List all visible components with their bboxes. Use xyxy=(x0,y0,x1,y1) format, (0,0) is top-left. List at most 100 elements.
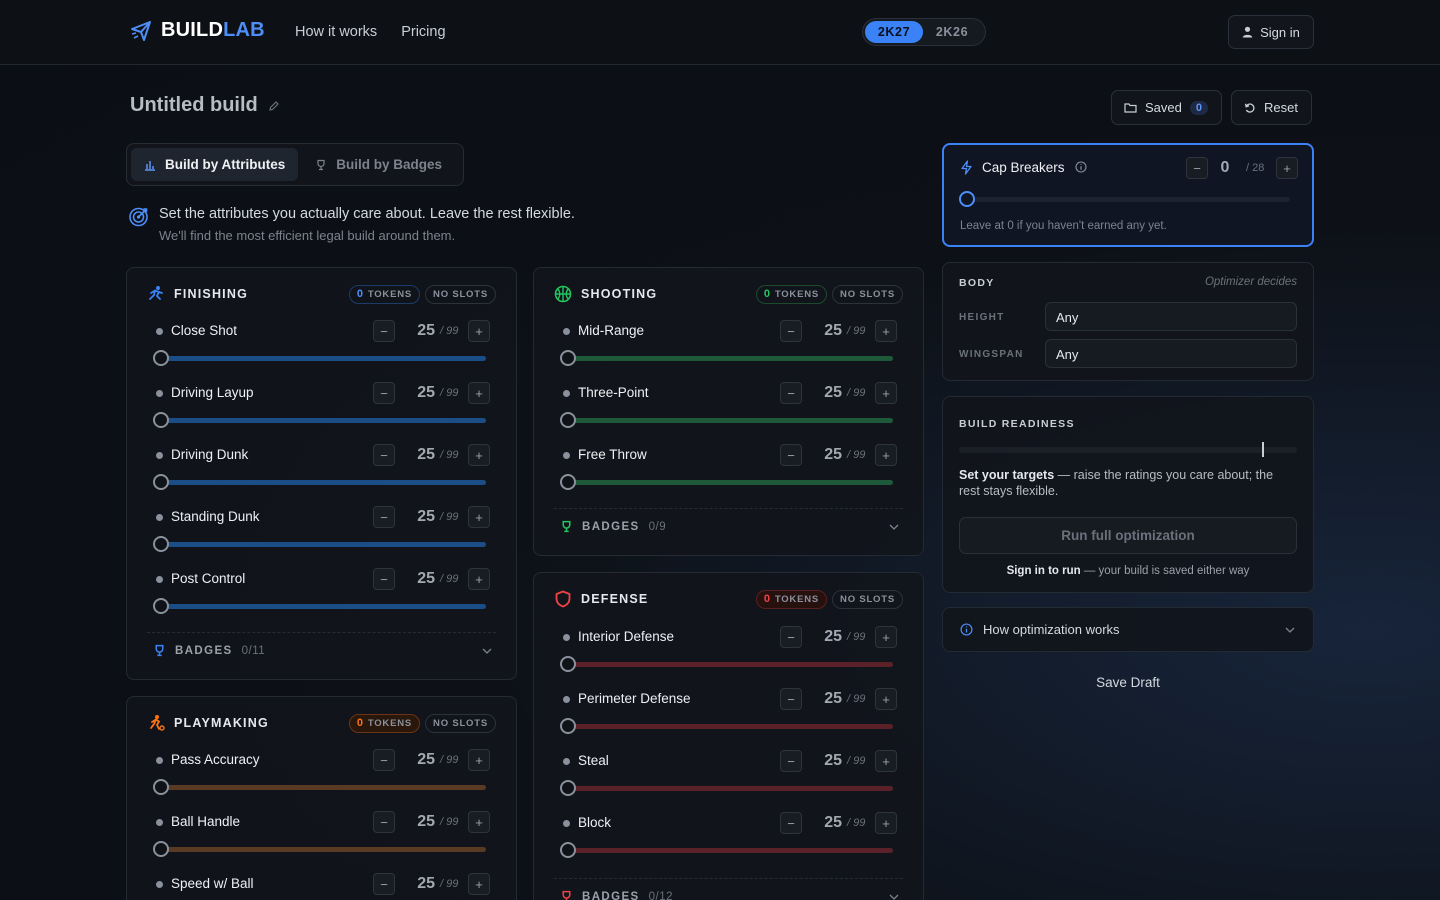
increment-button[interactable]: + xyxy=(468,811,490,833)
decrement-button[interactable]: − xyxy=(780,382,802,404)
playmaking-card: PLAYMAKING 0 TOKENS NO SLOTS Pass Accurac… xyxy=(126,696,517,900)
increment-button[interactable]: + xyxy=(875,320,897,342)
increment-button[interactable]: + xyxy=(468,506,490,528)
decrement-button[interactable]: − xyxy=(373,382,395,404)
height-select[interactable]: Any xyxy=(1045,302,1297,331)
increment-button[interactable]: + xyxy=(468,382,490,404)
decrement-button[interactable]: − xyxy=(780,750,802,772)
attribute-slider-knob[interactable] xyxy=(153,779,169,795)
attribute-slider-knob[interactable] xyxy=(153,474,169,490)
increment-button[interactable]: + xyxy=(875,444,897,466)
finishing-title: FINISHING xyxy=(174,287,248,301)
decrement-button[interactable]: − xyxy=(373,811,395,833)
attribute-slider-knob[interactable] xyxy=(153,598,169,614)
decrement-button[interactable]: − xyxy=(373,873,395,895)
nav-pricing[interactable]: Pricing xyxy=(401,24,445,40)
increment-button[interactable]: + xyxy=(875,812,897,834)
increment-button[interactable]: + xyxy=(468,568,490,590)
attribute-slider-knob[interactable] xyxy=(560,718,576,734)
finishing-badges-count: 0/11 xyxy=(241,644,266,657)
decrement-button[interactable]: − xyxy=(373,749,395,771)
shooting-slots-badge: NO SLOTS xyxy=(832,284,903,304)
wingspan-select[interactable]: Any xyxy=(1045,339,1297,368)
attribute-row: Standing Dunk − 25 / 99 + xyxy=(147,504,496,566)
attribute-dot xyxy=(156,328,163,335)
attribute-slider-track[interactable] xyxy=(568,356,893,361)
attribute-slider-track[interactable] xyxy=(568,724,893,729)
decrement-button[interactable]: − xyxy=(780,812,802,834)
version-2k27[interactable]: 2K27 xyxy=(865,21,923,43)
attribute-slider-track[interactable] xyxy=(161,480,486,485)
attribute-max: / 99 xyxy=(847,693,866,705)
build-title[interactable]: Untitled build xyxy=(130,94,258,117)
attribute-slider-track[interactable] xyxy=(568,480,893,485)
edit-icon[interactable] xyxy=(268,100,280,112)
sign-in-button[interactable]: Sign in xyxy=(1228,15,1314,49)
attribute-slider-knob[interactable] xyxy=(560,350,576,366)
increment-button[interactable]: + xyxy=(468,749,490,771)
attribute-slider-track[interactable] xyxy=(568,662,893,667)
cap-breakers-increment-button[interactable]: + xyxy=(1276,157,1298,179)
decrement-button[interactable]: − xyxy=(780,444,802,466)
cap-breakers-slider-knob[interactable] xyxy=(959,191,975,207)
increment-button[interactable]: + xyxy=(875,382,897,404)
attribute-slider-knob[interactable] xyxy=(153,350,169,366)
attribute-value: 25 xyxy=(824,384,842,401)
logo[interactable]: BUILDLAB xyxy=(130,19,265,42)
attribute-slider-track[interactable] xyxy=(161,847,486,852)
decrement-button[interactable]: − xyxy=(373,568,395,590)
reset-button[interactable]: Reset xyxy=(1231,90,1312,125)
attribute-slider-knob[interactable] xyxy=(560,842,576,858)
attribute-row: Three-Point − 25 / 99 + xyxy=(554,380,903,442)
attribute-slider-track[interactable] xyxy=(568,786,893,791)
attribute-slider-track[interactable] xyxy=(161,785,486,790)
readiness-signin-bold[interactable]: Sign in to run xyxy=(1007,565,1081,577)
run-optimization-button[interactable]: Run full optimization xyxy=(959,517,1297,554)
attribute-slider-knob[interactable] xyxy=(153,841,169,857)
increment-button[interactable]: + xyxy=(875,750,897,772)
attribute-slider-knob[interactable] xyxy=(153,536,169,552)
increment-button[interactable]: + xyxy=(875,626,897,648)
increment-button[interactable]: + xyxy=(875,688,897,710)
save-draft-button[interactable]: Save Draft xyxy=(942,675,1314,690)
attribute-slider-knob[interactable] xyxy=(560,474,576,490)
shooting-badges-row[interactable]: BADGES 0/9 xyxy=(554,508,903,544)
attribute-slider-track[interactable] xyxy=(161,542,486,547)
cap-breakers-decrement-button[interactable]: − xyxy=(1186,157,1208,179)
attribute-slider-knob[interactable] xyxy=(560,780,576,796)
increment-button[interactable]: + xyxy=(468,444,490,466)
increment-button[interactable]: + xyxy=(468,873,490,895)
defense-card: DEFENSE 0 TOKENS NO SLOTS Interior Defens… xyxy=(533,572,924,900)
attribute-slider-track[interactable] xyxy=(161,418,486,423)
attribute-slider-track[interactable] xyxy=(161,356,486,361)
version-2k26[interactable]: 2K26 xyxy=(923,21,981,43)
attribute-slider-knob[interactable] xyxy=(560,656,576,672)
attribute-value: 25 xyxy=(824,446,842,463)
tab-build-by-badges[interactable]: Build by Badges xyxy=(302,148,455,181)
decrement-button[interactable]: − xyxy=(780,688,802,710)
increment-button[interactable]: + xyxy=(468,320,490,342)
decrement-button[interactable]: − xyxy=(373,444,395,466)
attribute-slider-track[interactable] xyxy=(161,604,486,609)
cap-breakers-slider-track[interactable] xyxy=(964,197,1290,202)
attribute-slider-track[interactable] xyxy=(568,418,893,423)
how-optimization-accordion[interactable]: How optimization works xyxy=(942,607,1314,652)
decrement-button[interactable]: − xyxy=(780,626,802,648)
attribute-slider-knob[interactable] xyxy=(560,412,576,428)
decrement-button[interactable]: − xyxy=(373,320,395,342)
info-icon[interactable] xyxy=(1075,161,1087,173)
tab-build-by-attributes[interactable]: Build by Attributes xyxy=(131,148,299,181)
finishing-badges-row[interactable]: BADGES 0/11 xyxy=(147,632,496,668)
attribute-slider-knob[interactable] xyxy=(153,412,169,428)
attribute-slider-track[interactable] xyxy=(568,848,893,853)
chevron-down-icon xyxy=(889,894,899,900)
intro-line-1: Set the attributes you actually care abo… xyxy=(159,206,575,222)
decrement-button[interactable]: − xyxy=(373,506,395,528)
nav-how-it-works[interactable]: How it works xyxy=(295,24,377,40)
decrement-button[interactable]: − xyxy=(780,320,802,342)
attribute-value: 25 xyxy=(417,875,435,892)
trophy-icon xyxy=(155,644,164,657)
height-label: HEIGHT xyxy=(959,312,1005,323)
saved-button[interactable]: Saved 0 xyxy=(1111,90,1222,125)
defense-badges-row[interactable]: BADGES 0/12 xyxy=(554,878,903,900)
